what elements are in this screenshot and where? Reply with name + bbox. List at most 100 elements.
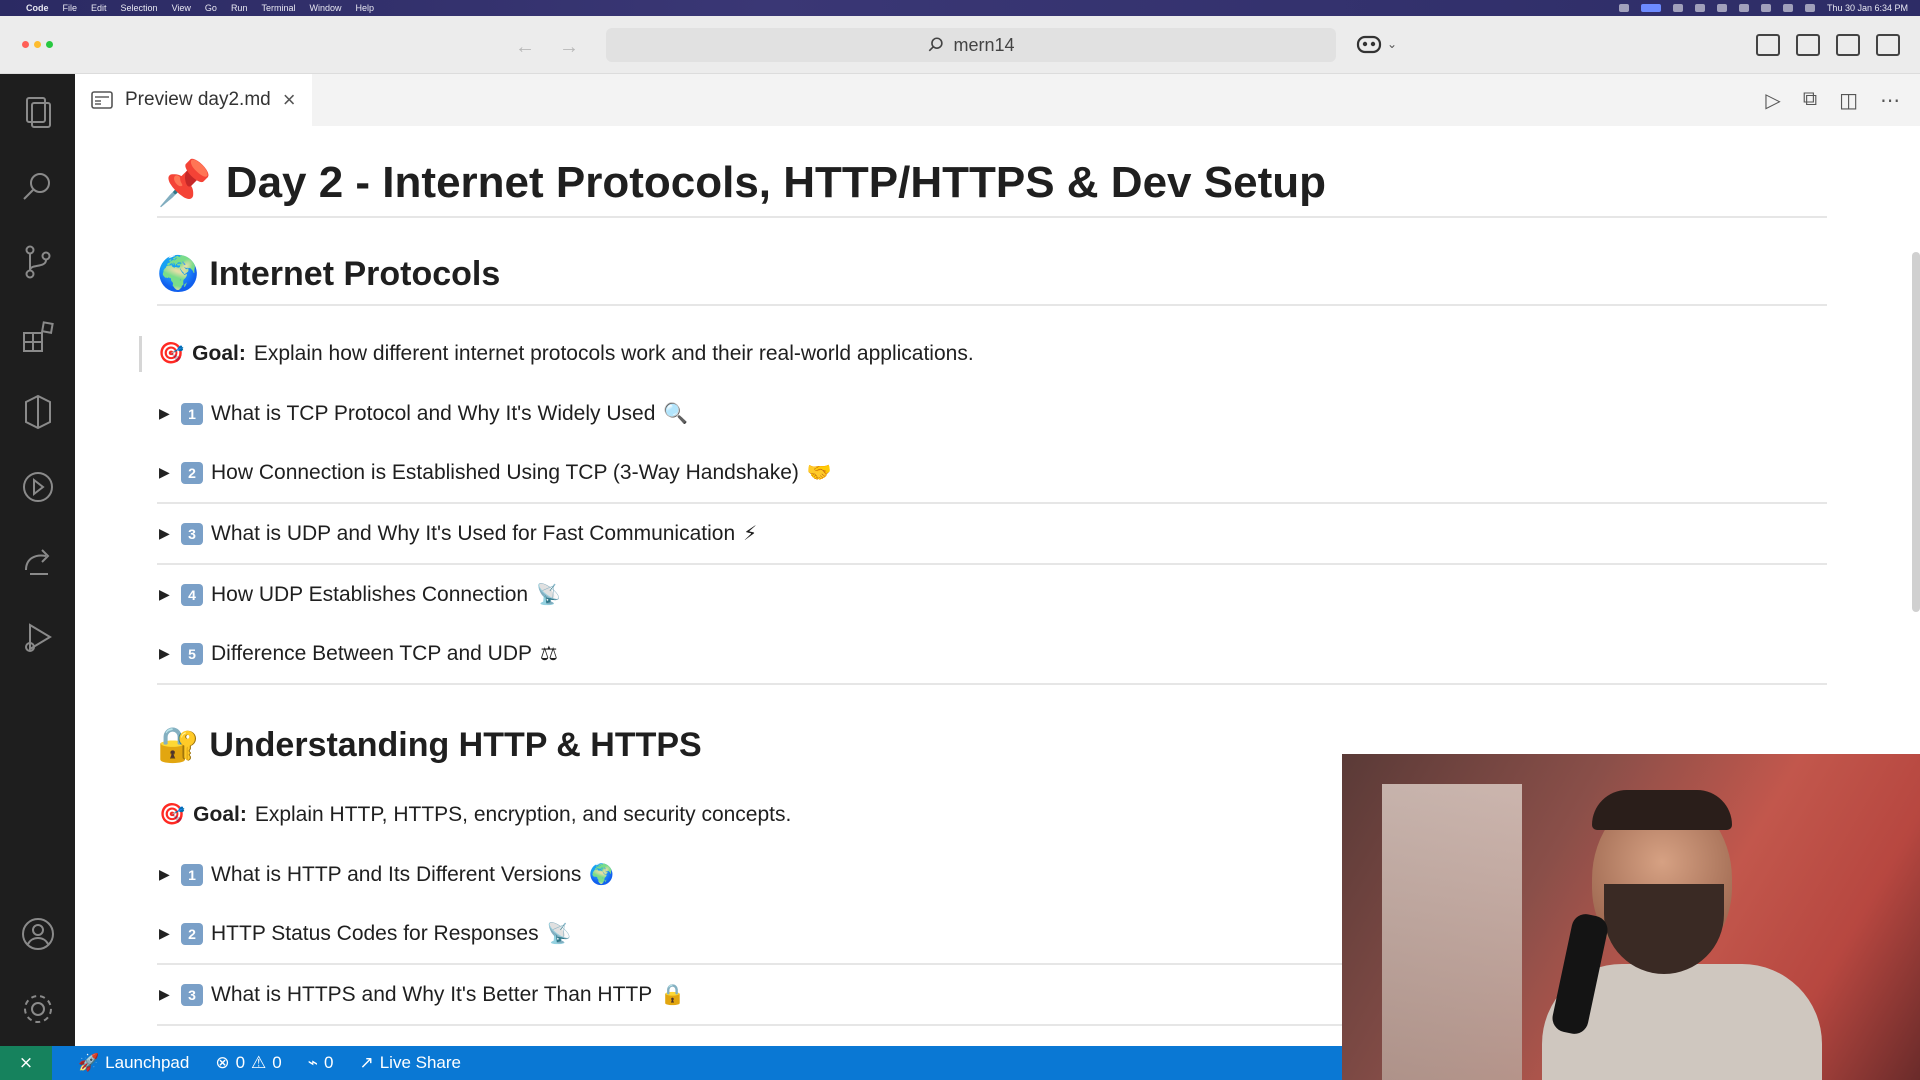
menu-go[interactable]: Go: [205, 3, 217, 13]
target-icon: 🎯: [158, 342, 185, 365]
live-share-icon: ↗: [359, 1053, 374, 1072]
layout-controls: [1756, 34, 1900, 56]
details-item[interactable]: ▶ 1 What is TCP Protocol and Why It's Wi…: [157, 384, 1827, 443]
more-actions-icon[interactable]: ⋯: [1880, 88, 1900, 113]
details-item[interactable]: ▶ 2 How Connection is Established Using …: [157, 443, 1827, 502]
copilot-button[interactable]: ⌄: [1355, 32, 1397, 56]
status-icon[interactable]: [1672, 4, 1683, 12]
back-arrow-icon[interactable]: ←: [515, 36, 535, 59]
toggle-secondary-sidebar-icon[interactable]: [1876, 34, 1900, 56]
menu-help[interactable]: Help: [355, 3, 374, 13]
menu-app-name[interactable]: Code: [26, 3, 49, 13]
menu-edit[interactable]: Edit: [91, 3, 107, 13]
macos-menubar: Code File Edit Selection View Go Run Ter…: [0, 0, 1920, 16]
section-heading-text: Understanding HTTP & HTTPS: [209, 725, 702, 764]
tab-label: Preview day2.md: [125, 89, 271, 110]
live-share-button[interactable]: ↗ Live Share: [359, 1053, 461, 1073]
launchpad-label: Launchpad: [105, 1053, 190, 1072]
activity-bar: [0, 74, 75, 1046]
details-summary: Difference Between TCP and UDP: [211, 641, 533, 665]
magnifier-icon: 🔍: [663, 403, 689, 425]
account-icon[interactable]: [0, 896, 75, 971]
customize-layout-icon[interactable]: [1756, 34, 1780, 56]
scales-icon: ⚖: [540, 643, 558, 665]
zoom-window-button[interactable]: [46, 41, 53, 48]
number-badge: 1: [181, 402, 203, 425]
rocket-icon: 🚀: [78, 1053, 100, 1072]
live-share-icon[interactable]: [0, 524, 75, 599]
details-item[interactable]: ▶ 3 What is UDP and Why It's Used for Fa…: [157, 504, 1827, 563]
close-icon[interactable]: ×: [283, 87, 296, 113]
toggle-panel-icon[interactable]: [1836, 34, 1860, 56]
copilot-icon: [1356, 35, 1382, 54]
status-bar: ⨯ 🚀 Launchpad ⊗ 0 ⚠ 0 ⌁ 0 ↗ Live Share: [0, 1046, 1342, 1080]
wifi-icon[interactable]: [1760, 4, 1771, 12]
lock-icon: 🔒: [660, 984, 686, 1006]
status-icon[interactable]: [1618, 4, 1629, 12]
gear-icon[interactable]: [0, 971, 75, 1046]
webcam-person-beard: [1604, 884, 1724, 974]
satellite-icon: 📡: [536, 584, 562, 606]
goal-label: Goal:: [192, 342, 246, 365]
number-badge: 4: [181, 583, 203, 606]
divider: [157, 683, 1827, 685]
problems-indicator[interactable]: ⊗ 0 ⚠ 0: [215, 1053, 281, 1073]
lock-key-icon: 🔐: [157, 726, 200, 764]
webcam-background-shelf: [1382, 784, 1522, 1080]
search-icon[interactable]: [1782, 4, 1793, 12]
menu-window[interactable]: Window: [309, 3, 341, 13]
vertical-scrollbar[interactable]: [1912, 252, 1920, 612]
webcam-person-hair: [1592, 790, 1732, 830]
menu-file[interactable]: File: [63, 3, 78, 13]
run-icon[interactable]: ▷: [1765, 88, 1780, 113]
remote-explorer-icon[interactable]: [0, 374, 75, 449]
remote-indicator[interactable]: ⨯: [0, 1046, 52, 1080]
goal-blockquote: 🎯 Goal: Explain how different internet p…: [139, 336, 1827, 372]
close-window-button[interactable]: [22, 41, 29, 48]
details-item[interactable]: ▶ 5 Difference Between TCP and UDP ⚖: [157, 624, 1827, 683]
status-icon[interactable]: [1716, 4, 1727, 12]
nav-arrows: ← →: [515, 36, 579, 59]
workspace-name: mern14: [953, 34, 1015, 55]
remote-icon: ⨯: [18, 1053, 34, 1072]
extensions-icon[interactable]: [0, 299, 75, 374]
status-icon[interactable]: [1694, 4, 1705, 12]
run-debug-icon[interactable]: [0, 599, 75, 674]
pushpin-icon: 📌: [157, 159, 212, 208]
status-icon[interactable]: [1738, 4, 1749, 12]
menu-run[interactable]: Run: [231, 3, 248, 13]
search-icon[interactable]: [0, 149, 75, 224]
menu-selection[interactable]: Selection: [121, 3, 158, 13]
warning-icon: ⚠: [251, 1053, 267, 1072]
lightning-icon: ⚡: [743, 523, 758, 545]
control-center-icon[interactable]: [1804, 4, 1815, 12]
globe-icon: 🌍: [589, 864, 615, 886]
details-item[interactable]: ▶ 4 How UDP Establishes Connection 📡: [157, 565, 1827, 624]
toggle-primary-sidebar-icon[interactable]: [1796, 34, 1820, 56]
tab-preview-day2[interactable]: Preview day2.md ×: [75, 74, 312, 126]
ports-indicator[interactable]: ⌁ 0: [308, 1053, 334, 1073]
window-titlebar: ← → mern14 ⌄: [0, 16, 1920, 74]
open-source-icon[interactable]: ⧉: [1803, 88, 1817, 113]
forward-arrow-icon[interactable]: →: [559, 36, 579, 59]
source-control-icon[interactable]: [0, 224, 75, 299]
menubar-clock[interactable]: Thu 30 Jan 6:34 PM: [1827, 3, 1908, 13]
split-editor-icon[interactable]: ◫: [1839, 88, 1858, 113]
goal-label: Goal:: [193, 803, 247, 826]
timeline-icon[interactable]: [0, 449, 75, 524]
command-center-search[interactable]: mern14: [606, 28, 1336, 62]
menu-terminal[interactable]: Terminal: [261, 3, 295, 13]
target-icon: 🎯: [159, 803, 186, 826]
minimize-window-button[interactable]: [34, 41, 41, 48]
title-text: Day 2 - Internet Protocols, HTTP/HTTPS &…: [225, 158, 1326, 207]
menu-view[interactable]: View: [172, 3, 191, 13]
editor-actions: ▷ ⧉ ◫ ⋯: [1765, 88, 1900, 113]
live-share-label: Live Share: [379, 1053, 461, 1072]
ports-count: 0: [324, 1053, 334, 1072]
section-heading-text: Internet Protocols: [209, 254, 501, 293]
explorer-icon[interactable]: [0, 74, 75, 149]
launchpad-button[interactable]: 🚀 Launchpad: [78, 1053, 189, 1073]
number-badge: 2: [181, 461, 203, 484]
details-summary: What is UDP and Why It's Used for Fast C…: [211, 521, 736, 545]
screen-record-icon[interactable]: [1640, 4, 1661, 12]
